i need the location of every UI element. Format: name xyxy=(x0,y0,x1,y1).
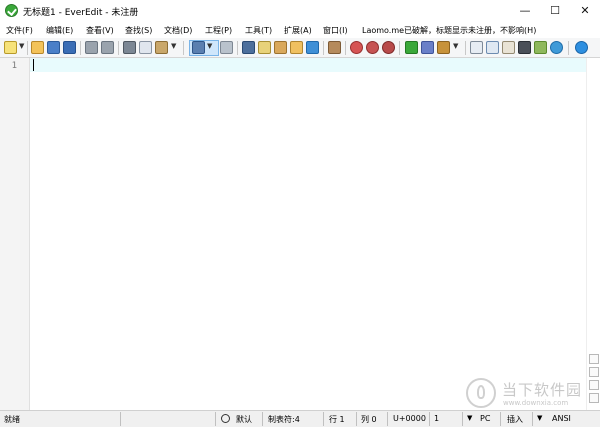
undo-icon[interactable] xyxy=(85,41,98,54)
format-icon[interactable] xyxy=(220,41,233,54)
minimize-button[interactable]: — xyxy=(510,0,540,22)
menu-edit[interactable]: 编辑(E) xyxy=(46,25,73,36)
status-line-ending[interactable]: PC xyxy=(480,414,490,423)
toolbar-divider xyxy=(237,41,238,55)
toolbar-divider xyxy=(323,41,324,55)
snippet-icon[interactable] xyxy=(405,41,418,54)
status-divider xyxy=(215,412,216,426)
status-encoding-mode[interactable]: 默认 xyxy=(236,414,252,425)
maximize-button[interactable]: ☐ xyxy=(540,0,570,22)
find-icon[interactable] xyxy=(242,41,255,54)
ruler-icon[interactable] xyxy=(589,367,599,377)
help-icon[interactable] xyxy=(575,41,588,54)
toolbar-divider xyxy=(568,41,569,55)
chevron-down-icon[interactable]: ▼ xyxy=(171,42,176,50)
chevron-down-icon[interactable]: ▼ xyxy=(453,42,458,50)
watermark: 当下软件园 www.downxia.com xyxy=(466,378,591,412)
status-column: 列 0 xyxy=(361,415,377,424)
status-divider xyxy=(500,412,501,426)
save-icon[interactable] xyxy=(47,41,60,54)
status-divider xyxy=(120,412,121,426)
toolbar-divider xyxy=(118,41,119,55)
status-count: 1 xyxy=(434,414,440,423)
menu-view[interactable]: 查看(V) xyxy=(86,25,114,36)
menu-bar: 文件(F) 编辑(E) 查看(V) 查找(S) 文档(D) 工程(P) 工具(T… xyxy=(0,22,600,38)
status-ready: 就绪 xyxy=(4,415,20,424)
find-replace-icon[interactable] xyxy=(290,41,303,54)
status-insert-mode[interactable]: 插入 xyxy=(507,414,523,425)
menu-search[interactable]: 查找(S) xyxy=(125,25,152,36)
macro-play-icon[interactable] xyxy=(366,41,379,54)
menu-document[interactable]: 文档(D) xyxy=(164,25,192,36)
find-in-files-icon[interactable] xyxy=(258,41,271,54)
text-caret xyxy=(33,59,34,71)
build-tool-icon[interactable] xyxy=(437,41,450,54)
menu-help[interactable]: Laomo.me已破解，标题显示未注册，不影响(H) xyxy=(362,25,536,36)
bookmark-icon[interactable] xyxy=(306,41,319,54)
redo-icon[interactable] xyxy=(101,41,114,54)
document-props-icon[interactable] xyxy=(502,41,515,54)
everedit-app-icon[interactable] xyxy=(5,4,18,17)
console-icon[interactable] xyxy=(518,41,531,54)
toolbar-divider xyxy=(80,41,81,55)
save-all-icon[interactable] xyxy=(63,41,76,54)
window-title: 无标题1 - EverEdit - 未注册 xyxy=(23,8,139,18)
wrap-icon[interactable] xyxy=(192,41,205,54)
toolbar-divider xyxy=(345,41,346,55)
line-number-gutter[interactable]: 1 xyxy=(0,58,30,410)
menu-tools[interactable]: 工具(T) xyxy=(245,25,272,36)
menu-project[interactable]: 工程(P) xyxy=(205,25,232,36)
menu-extend[interactable]: 扩展(A) xyxy=(284,25,312,36)
paste-icon[interactable] xyxy=(155,41,168,54)
status-divider xyxy=(429,412,430,426)
watermark-title: 当下软件园 xyxy=(502,381,583,399)
title-bar: 无标题1 - EverEdit - 未注册 — ☐ ✕ xyxy=(0,0,600,22)
macro-stop-icon[interactable] xyxy=(382,41,395,54)
status-divider xyxy=(532,412,533,426)
status-tab-size[interactable]: 制表符:4 xyxy=(268,414,300,425)
status-bar: 就绪 默认 制表符:4 行 1 列 0 U+0000 1 ▼ PC 插入 ▼ A… xyxy=(0,410,600,427)
charmap-icon[interactable] xyxy=(534,41,547,54)
status-divider xyxy=(323,412,324,426)
panel-right-icon[interactable] xyxy=(486,41,499,54)
status-divider xyxy=(262,412,263,426)
current-line-highlight xyxy=(30,58,586,72)
status-divider xyxy=(462,412,463,426)
status-divider xyxy=(387,412,388,426)
open-folder-icon[interactable] xyxy=(31,41,44,54)
copy-icon[interactable] xyxy=(139,41,152,54)
toolbar-divider xyxy=(183,41,184,55)
menu-window[interactable]: 窗口(I) xyxy=(323,25,348,36)
toolbar-divider xyxy=(465,41,466,55)
text-editor[interactable] xyxy=(30,58,586,410)
columns-icon[interactable] xyxy=(328,41,341,54)
chevron-down-icon[interactable]: ▼ xyxy=(19,42,24,50)
chevron-down-icon[interactable]: ▼ xyxy=(467,414,472,422)
toolbar-divider xyxy=(399,41,400,55)
status-divider xyxy=(356,412,357,426)
run-icon[interactable] xyxy=(421,41,434,54)
browser-icon[interactable] xyxy=(550,41,563,54)
toolbar-divider xyxy=(27,41,28,55)
chevron-down-icon[interactable]: ▼ xyxy=(537,414,542,422)
status-unicode: U+0000 xyxy=(393,414,426,423)
watermark-url: www.downxia.com xyxy=(503,399,569,407)
watermark-logo-icon xyxy=(466,378,496,408)
line-number: 1 xyxy=(11,61,17,71)
split-view-icon[interactable] xyxy=(589,354,599,364)
status-charset[interactable]: ANSI xyxy=(552,414,571,423)
menu-file[interactable]: 文件(F) xyxy=(6,25,33,36)
replace-icon[interactable] xyxy=(274,41,287,54)
panel-left-icon[interactable] xyxy=(470,41,483,54)
new-file-icon[interactable] xyxy=(4,41,17,54)
status-line: 行 1 xyxy=(329,415,345,424)
close-button[interactable]: ✕ xyxy=(570,0,600,22)
chevron-down-icon[interactable]: ▼ xyxy=(207,42,212,50)
macro-record-icon[interactable] xyxy=(350,41,363,54)
cut-icon[interactable] xyxy=(123,41,136,54)
pin-icon[interactable] xyxy=(221,414,230,423)
vertical-scrollbar[interactable] xyxy=(586,58,600,410)
toolbar: ▼ ▼ ▼ ▼ xyxy=(0,38,600,58)
